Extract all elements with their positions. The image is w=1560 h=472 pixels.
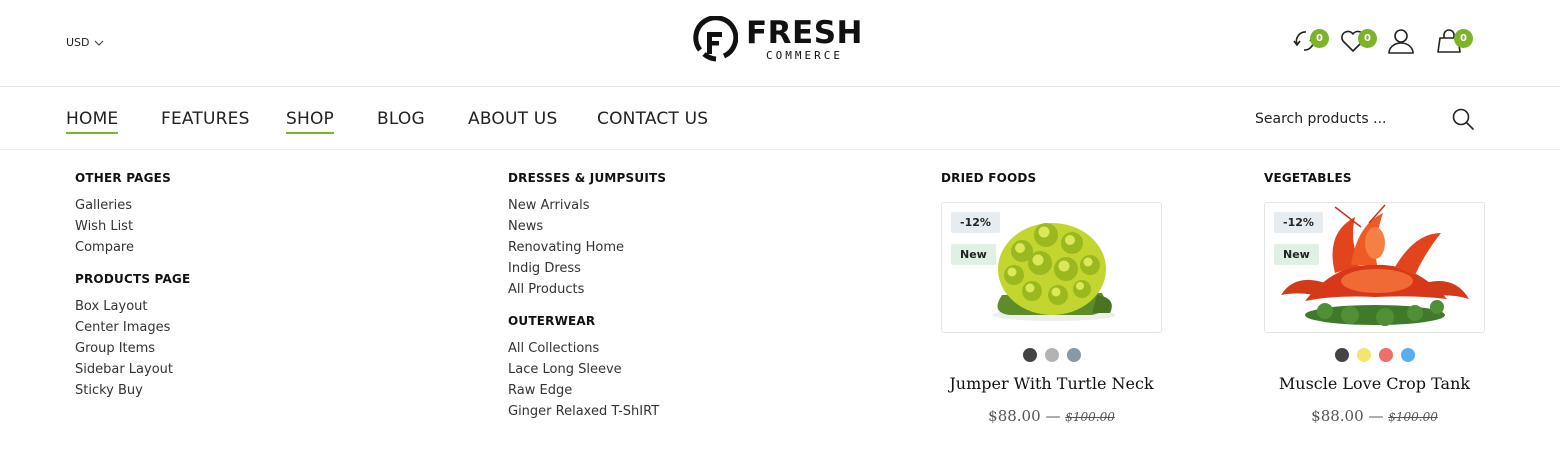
menu-link-indig-dress[interactable]: Indig Dress	[508, 258, 666, 279]
account-button[interactable]	[1386, 26, 1434, 62]
color-swatch[interactable]	[1022, 348, 1037, 362]
product-card: VEGETABLES -12% New Muscle Love Crop Tan…	[1264, 171, 1485, 425]
menu-link-galleries[interactable]: Galleries	[75, 195, 190, 216]
wishlist-count-badge: 0	[1358, 29, 1377, 48]
currency-selector[interactable]: USD	[66, 36, 104, 49]
other-pages-list: Galleries Wish List Compare	[75, 195, 190, 258]
menu-heading-outerwear: OUTERWEAR	[508, 314, 596, 328]
nav-item-features[interactable]: FEATURES	[161, 109, 250, 132]
nav-item-shop[interactable]: SHOP	[286, 109, 335, 134]
new-badge: New	[1274, 244, 1319, 265]
products-page-list: Box Layout Center Images Group Items Sid…	[75, 296, 190, 401]
menu-link-raw-edge[interactable]: Raw Edge	[508, 380, 666, 401]
menu-link-lace-long-sleeve[interactable]: Lace Long Sleeve	[508, 359, 666, 380]
menu-link-compare[interactable]: Compare	[75, 237, 190, 258]
cart-button[interactable]: 0	[1434, 26, 1482, 62]
logo-mark-icon	[693, 16, 738, 62]
new-badge: New	[951, 244, 996, 265]
original-price: $100.00	[1388, 410, 1438, 424]
menu-link-group-items[interactable]: Group Items	[75, 338, 190, 359]
chevron-down-icon	[94, 40, 103, 46]
product-category-heading: DRIED FOODS	[941, 171, 1037, 185]
outerwear-list: All Collections Lace Long Sleeve Raw Edg…	[508, 338, 666, 422]
menu-link-renovating-home[interactable]: Renovating Home	[508, 237, 666, 258]
menu-link-new-arrivals[interactable]: New Arrivals	[508, 195, 666, 216]
price-separator: —	[1368, 407, 1384, 425]
search-icon[interactable]	[1451, 107, 1476, 132]
search-input[interactable]	[1255, 111, 1435, 127]
color-swatch[interactable]	[1356, 348, 1371, 362]
main-nav: HOME FEATURES SHOP BLOG ABOUT US CONTACT…	[0, 88, 1560, 150]
menu-link-all-products[interactable]: All Products	[508, 279, 666, 300]
color-swatch[interactable]	[1044, 348, 1059, 362]
color-swatch[interactable]	[1378, 348, 1393, 362]
product-image[interactable]: -12% New	[1264, 202, 1485, 333]
dresses-list: New Arrivals News Renovating Home Indig …	[508, 195, 666, 300]
color-swatch[interactable]	[1334, 348, 1349, 362]
menu-heading-dresses: DRESSES & JUMPSUITS	[508, 171, 667, 185]
header-icons: 0 0 0	[1290, 26, 1482, 62]
menu-column-pages: OTHER PAGES Galleries Wish List Compare …	[75, 171, 190, 415]
logo-word: FRESH	[746, 15, 863, 51]
price-separator: —	[1045, 407, 1061, 425]
discount-badge: -12%	[1274, 212, 1323, 233]
logo[interactable]: FRESH COMMERCE	[690, 16, 863, 64]
menu-link-sticky-buy[interactable]: Sticky Buy	[75, 380, 190, 401]
top-bar: USD FRESH COMMERCE 0 0 0	[0, 0, 1560, 87]
nav-item-blog[interactable]: BLOG	[377, 109, 425, 132]
original-price: $100.00	[1065, 410, 1115, 424]
menu-column-apparel: DRESSES & JUMPSUITS New Arrivals News Re…	[508, 171, 666, 436]
discount-badge: -12%	[951, 212, 1000, 233]
nav-item-contact-us[interactable]: CONTACT US	[597, 109, 708, 132]
compare-button[interactable]: 0	[1290, 26, 1338, 62]
current-price: $88.00	[988, 407, 1041, 425]
current-price: $88.00	[1311, 407, 1364, 425]
color-swatches	[1264, 348, 1485, 362]
menu-link-center-images[interactable]: Center Images	[75, 317, 190, 338]
nav-item-home[interactable]: HOME	[66, 109, 119, 134]
wishlist-button[interactable]: 0	[1338, 26, 1386, 62]
product-name[interactable]: Muscle Love Crop Tank	[1264, 374, 1485, 393]
menu-link-all-collections[interactable]: All Collections	[508, 338, 666, 359]
color-swatches	[941, 348, 1162, 362]
product-image[interactable]: -12% New	[941, 202, 1162, 333]
shop-mega-menu: OTHER PAGES Galleries Wish List Compare …	[0, 151, 1560, 472]
menu-link-news[interactable]: News	[508, 216, 666, 237]
compare-count-badge: 0	[1310, 29, 1329, 48]
product-price: $88.00 — $100.00	[941, 407, 1162, 425]
color-swatch[interactable]	[1066, 348, 1081, 362]
menu-link-sidebar-layout[interactable]: Sidebar Layout	[75, 359, 190, 380]
product-card: DRIED FOODS -12% New Jumper With Turtle …	[941, 171, 1162, 425]
user-icon	[1388, 29, 1414, 54]
product-category-heading: VEGETABLES	[1264, 171, 1352, 185]
cart-count-badge: 0	[1454, 29, 1473, 48]
menu-link-wish-list[interactable]: Wish List	[75, 216, 190, 237]
menu-heading-other-pages: OTHER PAGES	[75, 171, 171, 185]
nav-item-about-us[interactable]: ABOUT US	[468, 109, 557, 132]
menu-link-box-layout[interactable]: Box Layout	[75, 296, 190, 317]
logo-subtitle: COMMERCE	[766, 49, 843, 62]
product-price: $88.00 — $100.00	[1264, 407, 1485, 425]
menu-link-ginger-relaxed-tshirt[interactable]: Ginger Relaxed T-ShIRT	[508, 401, 666, 422]
product-name[interactable]: Jumper With Turtle Neck	[941, 374, 1162, 393]
currency-label: USD	[66, 36, 90, 49]
menu-heading-products-page: PRODUCTS PAGE	[75, 272, 191, 286]
color-swatch[interactable]	[1400, 348, 1415, 362]
